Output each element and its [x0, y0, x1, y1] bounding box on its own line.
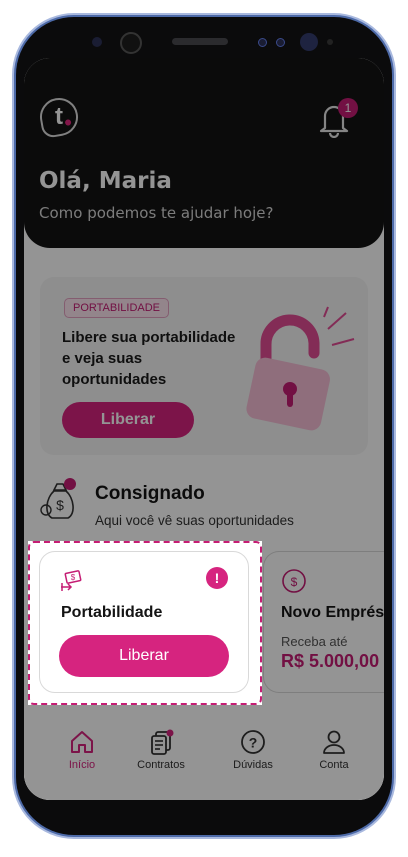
sensor-dot: [276, 38, 285, 47]
overlay: [262, 541, 384, 705]
sensor-dot: [258, 38, 267, 47]
sensor-dot: [327, 39, 333, 45]
front-camera: [92, 37, 102, 47]
app-screen: t 1 Olá, Maria Como podemos te ajudar ho…: [24, 58, 384, 800]
spotlight-border: [28, 541, 262, 705]
side-button: [392, 290, 396, 360]
iris-camera: [300, 33, 318, 51]
sensor: [120, 32, 142, 54]
earpiece-speaker: [172, 38, 228, 45]
overlay: [24, 705, 384, 800]
overlay: [24, 58, 384, 541]
power-button: [392, 130, 396, 170]
